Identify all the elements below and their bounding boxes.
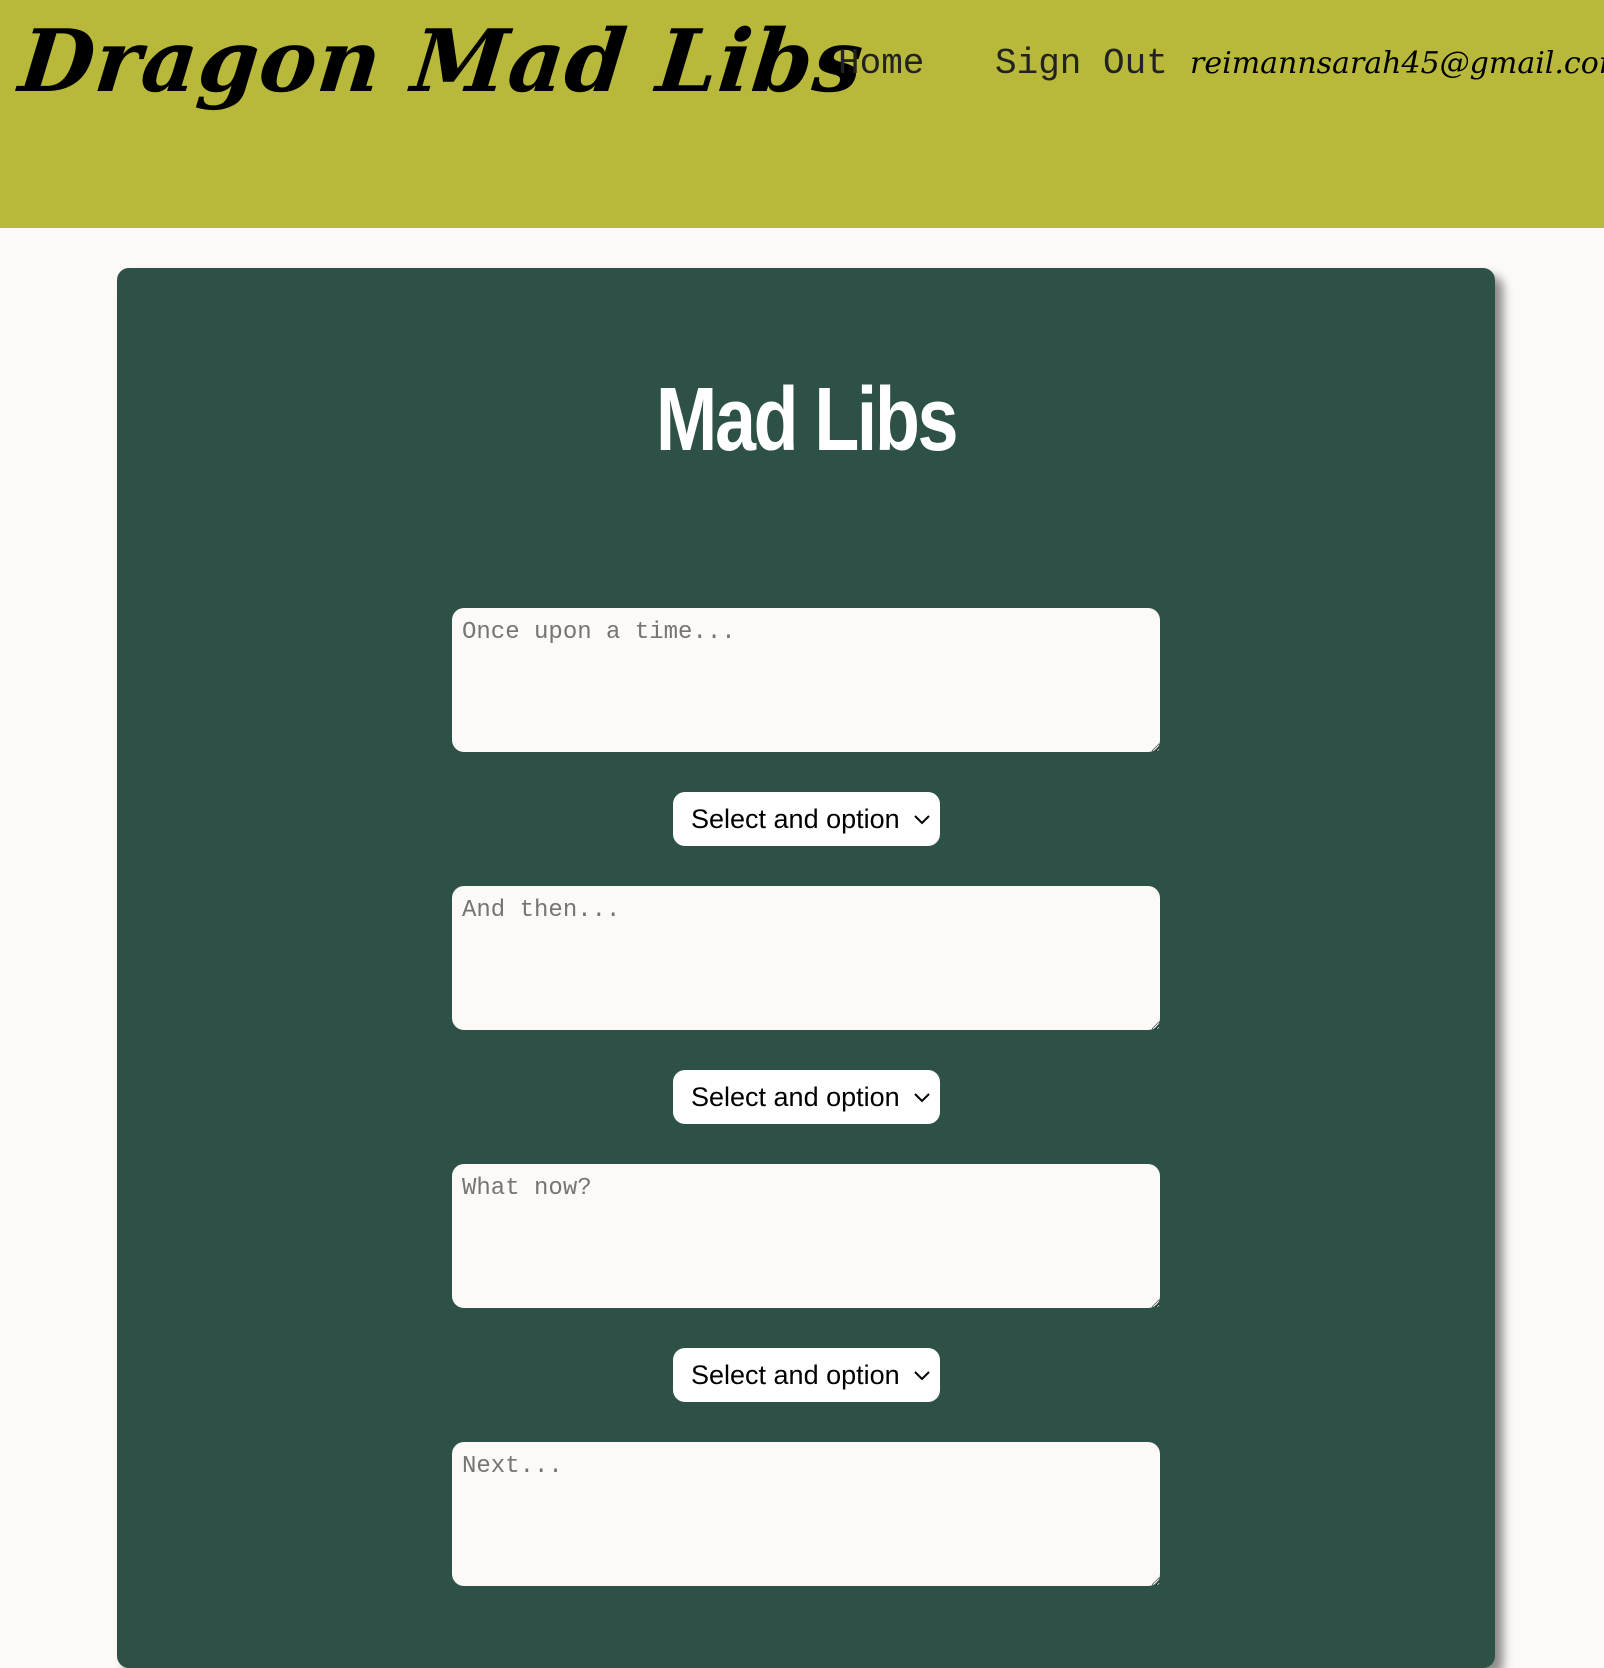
user-email: reimannsarah45@gmail.com	[1190, 46, 1604, 81]
option-select-3[interactable]: Select and option	[673, 1348, 940, 1402]
select-value: Select and option	[691, 1082, 900, 1112]
option-select-1[interactable]: Select and option	[673, 792, 940, 846]
story-field-3[interactable]	[452, 1164, 1160, 1308]
option-select-2[interactable]: Select and option	[673, 1070, 940, 1124]
chevron-down-icon	[914, 1093, 930, 1103]
page-title: Mad Libs	[655, 370, 959, 470]
story-field-2[interactable]	[452, 886, 1160, 1030]
select-value: Select and option	[691, 1360, 900, 1390]
nav-sign-out-link[interactable]: Sign Out	[995, 42, 1168, 86]
story-field-4[interactable]	[452, 1442, 1160, 1586]
site-header: Dragon Mad Libs Home Sign Out reimannsar…	[0, 0, 1604, 228]
brand-logo-text[interactable]: Dragon Mad Libs	[15, 11, 869, 112]
chevron-down-icon	[914, 815, 930, 825]
nav-home-link[interactable]: Home	[838, 42, 924, 86]
story-field-1[interactable]	[452, 608, 1160, 752]
select-value: Select and option	[691, 804, 900, 834]
chevron-down-icon	[914, 1371, 930, 1381]
